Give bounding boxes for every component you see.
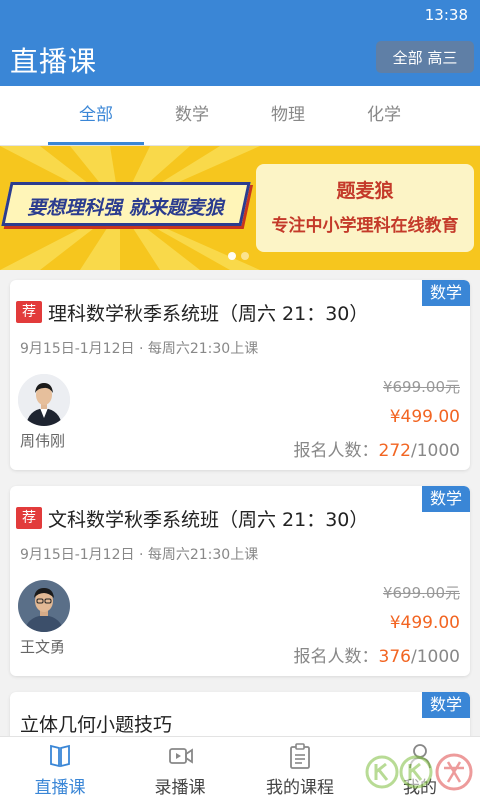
enrollment-label: 报名人数： (293, 647, 379, 667)
teacher-portrait-icon (18, 374, 70, 426)
teacher-avatar (18, 374, 70, 426)
video-icon (169, 748, 193, 764)
tab-chemistry[interactable]: 化学 (336, 86, 432, 146)
enrolled-number: 272 (378, 441, 411, 461)
page-title: 直播课 (10, 45, 98, 78)
current-price: ¥499.00 (389, 407, 460, 427)
original-price: ¥699.00元 (382, 584, 460, 602)
tab-math[interactable]: 数学 (144, 86, 240, 146)
banner-brand: 题麦狼 (336, 180, 394, 202)
teacher-name: 王文勇 (20, 638, 66, 656)
enrollment-capacity: /1000 (411, 441, 460, 461)
subject-tag: 数学 (422, 692, 470, 718)
teacher-portrait-icon (18, 580, 70, 632)
course-title: 立体几何小题技巧 (20, 714, 173, 736)
book-icon (50, 744, 70, 768)
course-title: 文科数学秋季系统班（周六 21：30） (48, 509, 369, 531)
banner-slogan-text: 要想理科强 就来题麦狼 (27, 197, 224, 219)
course-card[interactable]: 数学 荐 文科数学秋季系统班（周六 21：30） 9月15日-1月12日 · 每… (10, 486, 470, 676)
current-price: ¥499.00 (389, 613, 460, 633)
course-schedule: 9月15日-1月12日 · 每周六21:30上课 (20, 547, 259, 563)
nav-my-courses[interactable]: 我的课程 (240, 737, 360, 800)
active-tab-indicator (48, 142, 144, 145)
subject-tabs: 全部 数学 物理 化学 (0, 86, 480, 146)
nav-recorded-courses[interactable]: 录播课 (120, 737, 240, 800)
nav-label: 录播课 (154, 778, 206, 798)
banner-dot-active[interactable] (228, 252, 236, 260)
course-card[interactable]: 数学 荐 理科数学秋季系统班（周六 21：30） 9月15日-1月12日 · 每… (10, 280, 470, 470)
teacher-avatar (18, 580, 70, 632)
enrollment-count: 报名人数：272/1000 (294, 436, 460, 461)
enrollment-count: 报名人数：376/1000 (294, 642, 460, 667)
nav-live-courses[interactable]: 直播课 (0, 737, 120, 800)
enrollment-label: 报名人数： (293, 441, 379, 461)
subject-tag: 数学 (422, 486, 470, 512)
course-title: 理科数学秋季系统班（周六 21：30） (48, 303, 369, 325)
status-time: 13:38 (424, 6, 468, 24)
subject-tag: 数学 (422, 280, 470, 306)
clipboard-icon (290, 743, 310, 769)
grade-filter-button[interactable]: 全部 高三 (376, 41, 474, 73)
banner-dot[interactable] (241, 252, 249, 260)
nav-label: 直播课 (34, 778, 86, 798)
app-bar: 直播课 全部 高三 (0, 30, 480, 86)
course-schedule: 9月15日-1月12日 · 每周六21:30上课 (20, 341, 259, 357)
tab-all[interactable]: 全部 (48, 86, 144, 146)
enrolled-number: 376 (378, 647, 411, 667)
original-price: ¥699.00元 (382, 378, 460, 396)
recommended-badge: 荐 (16, 301, 42, 323)
watermark-logo (365, 753, 473, 791)
banner-slogan: 要想理科强 就来题麦狼 (1, 182, 251, 226)
banner-pagination (228, 252, 249, 260)
status-bar: 13:38 (0, 0, 480, 30)
recommended-badge: 荐 (16, 507, 42, 529)
nav-label: 我的课程 (266, 778, 334, 798)
banner-brand-card: 题麦狼 专注中小学理科在线教育 (256, 164, 474, 252)
enrollment-capacity: /1000 (411, 647, 460, 667)
teacher-name: 周伟刚 (20, 432, 66, 450)
tab-physics[interactable]: 物理 (240, 86, 336, 146)
banner-tagline: 专注中小学理科在线教育 (271, 216, 459, 236)
